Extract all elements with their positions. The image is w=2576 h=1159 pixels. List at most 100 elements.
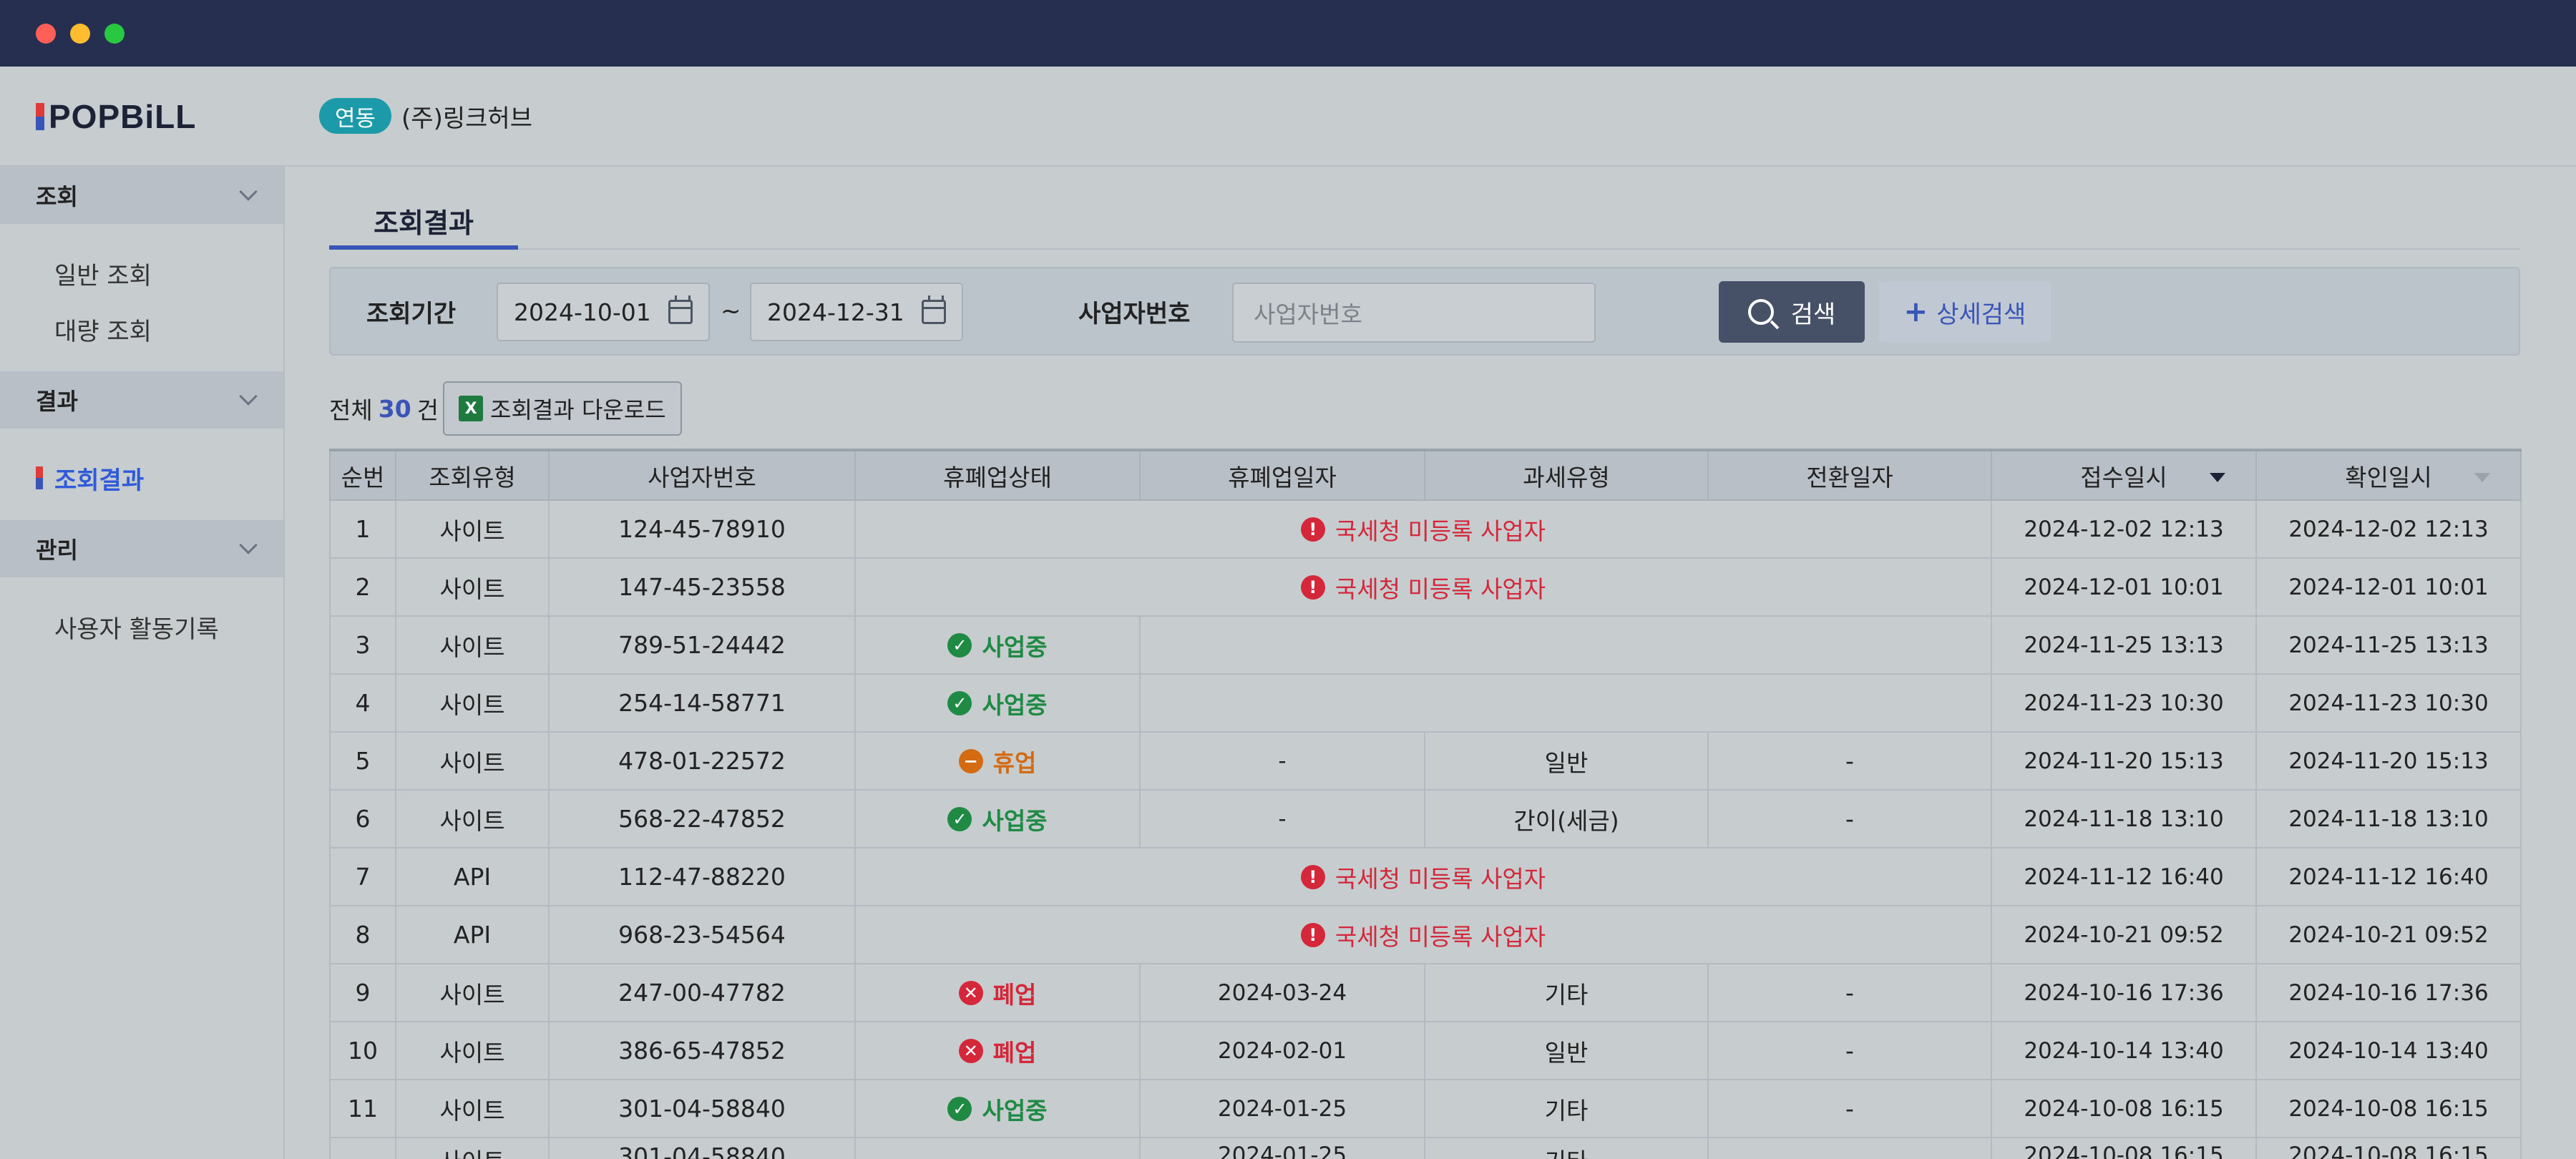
sidebar-group-lookup[interactable]: 조회 (0, 167, 283, 224)
status-label: ✓ 사업중 (947, 802, 1048, 836)
cell-biz-no: 386-65-47852 (548, 1021, 856, 1080)
cell-confirmed-at: 2024-10-21 09:52 (2255, 905, 2522, 964)
cell-type: 사이트 (395, 673, 550, 733)
download-results-button[interactable]: X 조회결과 다운로드 (443, 381, 682, 436)
active-marker-icon (36, 466, 43, 489)
table-row[interactable]: 4 사이트 254-14-58771 ✓ 사업중 2024-11-23 10:30 2024… (329, 673, 2522, 733)
cell-status: ! 국세청 미등록 사업자 (854, 847, 1992, 906)
table-row[interactable]: 9 사이트 247-00-47782 ✕ 폐업 2024-03-24 기타 -2024-10-… (329, 963, 2522, 1022)
tab-lookup-results[interactable]: 조회결과 (329, 195, 518, 250)
status-label: ! 국세청 미등록 사업자 (1300, 512, 1546, 547)
sidebar-group-label: 조회 (36, 183, 78, 210)
exclamation-circle-icon: ! (1300, 517, 1325, 542)
check-circle-icon: ✓ (947, 806, 972, 831)
date-to-value: 2024-12-31 (767, 298, 904, 326)
sidebar-item-user-activity[interactable]: 사용자 활동기록 (0, 599, 283, 655)
status-text: 국세청 미등록 사업자 (1335, 922, 1546, 951)
table-row[interactable]: 7 API 112-47-88220! 국세청 미등록 사업자 2024-11-12 1… (329, 847, 2522, 906)
sidebar-item-bulk-lookup[interactable]: 대량 조회 (0, 301, 283, 357)
sidebar-item-general-lookup[interactable]: 일반 조회 (0, 245, 283, 301)
cell-biz-no: 301-04-58840 (548, 1079, 856, 1138)
cell-no: 2 (329, 557, 396, 617)
col-header-received-at[interactable]: 접수일시 (1991, 449, 2257, 501)
status-text: 국세청 미등록 사업자 (1335, 517, 1546, 545)
cell-no (329, 1137, 396, 1159)
cell-confirmed-at: 2024-12-02 12:13 (2255, 499, 2522, 559)
cell-type: 사이트 (395, 789, 550, 849)
search-button[interactable]: 검색 (1719, 281, 1865, 343)
cell-type: 사이트 (395, 731, 550, 791)
sidebar-item-lookup-results[interactable]: 조회결과 (0, 450, 283, 506)
sidebar-group-results[interactable]: 결과 (0, 371, 283, 429)
status-label: ! 국세청 미등록 사업자 (1300, 860, 1546, 894)
sidebar-group-manage[interactable]: 관리 (0, 520, 283, 577)
status-text: 사업중 (982, 806, 1048, 835)
total-suffix: 건 (416, 396, 439, 424)
app-header: POPBiLL 연동 (주)링크허브 (0, 67, 2576, 167)
table-row[interactable]: 2 사이트 147-45-23558! 국세청 미등록 사업자 2024-12-01 1… (329, 557, 2522, 617)
calendar-icon[interactable] (922, 295, 946, 324)
x-circle-icon: ✕ (958, 980, 983, 1005)
table-row[interactable]: 5 사이트 478-01-22572− 휴업 - 일반 -2024-11-20 15:13 2… (329, 731, 2522, 791)
biz-number-input[interactable]: 사업자번호 (1232, 283, 1596, 343)
table-header-row: 순번 조회유형 사업자번호 휴폐업상태 휴폐업일자 과세유형 전환일자 접수일시… (329, 449, 2522, 501)
logo-mark-icon (36, 103, 44, 130)
cell-tax-type: 간이(세금) (1424, 789, 1709, 849)
cell-type: 사이트 (395, 499, 550, 559)
cell-status: ! 국세청 미등록 사업자 (854, 499, 1992, 559)
col-header-confirmed-at[interactable]: 확인일시 (2255, 449, 2522, 501)
window-minimize-button[interactable] (70, 24, 90, 44)
col-header-tax-type: 과세유형 (1424, 449, 1709, 501)
table-row[interactable]: 1 사이트 124-45-78910! 국세청 미등록 사업자 2024-12-02 1… (329, 499, 2522, 559)
advanced-search-button[interactable]: + 상세검색 (1879, 281, 2051, 343)
table-row[interactable]: 11 사이트 301-04-58840 ✓ 사업중 2024-01-25 기타 -2024-1… (329, 1079, 2522, 1138)
date-from-input[interactable]: 2024-10-01 (497, 283, 710, 341)
excel-icon: X (459, 396, 484, 421)
status-text: 폐업 (992, 980, 1037, 1009)
sort-desc-icon[interactable] (2210, 473, 2225, 482)
cell-conversion-date (1707, 1137, 1992, 1159)
cell-no: 5 (329, 731, 396, 791)
date-to-input[interactable]: 2024-12-31 (750, 283, 963, 341)
sort-desc-icon[interactable] (2474, 473, 2490, 482)
cell-status: ! 국세청 미등록 사업자 (854, 557, 1992, 617)
main-content: 조회결과 조회기간 2024-10-01 ~ 2024-12-31 사업자번호 … (329, 167, 2522, 1159)
popbill-logo[interactable]: POPBiLL (36, 98, 196, 135)
table-row[interactable]: 8 API 968-23-54564! 국세청 미등록 사업자 2024-10-21 0… (329, 905, 2522, 964)
window-close-button[interactable] (36, 24, 56, 44)
cell-received-at: 2024-10-21 09:52 (1991, 905, 2257, 964)
cell-closure-date: - (1139, 731, 1425, 791)
cell-no: 4 (329, 673, 396, 733)
x-circle-icon: ✕ (958, 1038, 983, 1063)
date-range-separator: ~ (721, 297, 741, 326)
table-row[interactable]: 3 사이트 789-51-24442 ✓ 사업중 2024-11-25 13:13 2024… (329, 615, 2522, 675)
col-header-label: 접수일시 (2080, 463, 2167, 492)
result-summary: 전체 30 건 X 조회결과 다운로드 (329, 380, 2520, 437)
col-header-status: 휴폐업상태 (854, 449, 1141, 501)
window-maximize-button[interactable] (104, 24, 125, 44)
table-row[interactable]: 10 사이트 386-65-47852 ✕ 폐업 2024-02-01 일반 -2024-10… (329, 1021, 2522, 1080)
advanced-search-label: 상세검색 (1936, 300, 2026, 329)
cell-closure-date: 2024-01-25 (1139, 1079, 1425, 1138)
cell-tax-type: 기타 (1424, 963, 1709, 1022)
cell-confirmed-at: 2024-10-08 16:15 (2255, 1137, 2522, 1159)
cell-no: 7 (329, 847, 396, 906)
status-text: 국세청 미등록 사업자 (1335, 864, 1546, 893)
link-status-badge: 연동 (319, 98, 392, 134)
status-text: 국세청 미등록 사업자 (1335, 574, 1546, 603)
table-row[interactable]: 사이트301-04-58840 2024-01-25기타 2024-10-08 16… (329, 1137, 2522, 1159)
cell-no: 8 (329, 905, 396, 964)
cell-no: 10 (329, 1021, 396, 1080)
cell-biz-no: 301-04-58840 (548, 1137, 856, 1159)
cell-closure-date: - (1139, 789, 1425, 849)
cell-received-at: 2024-10-08 16:15 (1991, 1137, 2257, 1159)
cell-biz-no: 247-00-47782 (548, 963, 856, 1022)
col-header-closure-date: 휴폐업일자 (1139, 449, 1425, 501)
cell-empty-span (1139, 615, 1992, 675)
results-table: 순번 조회유형 사업자번호 휴폐업상태 휴폐업일자 과세유형 전환일자 접수일시… (329, 449, 2522, 1159)
calendar-icon[interactable] (668, 295, 693, 324)
cell-received-at: 2024-11-12 16:40 (1991, 847, 2257, 906)
cell-type: API (395, 905, 550, 964)
table-row[interactable]: 6 사이트 568-22-47852 ✓ 사업중 - 간이(세금) -2024-11-18 1… (329, 789, 2522, 849)
cell-confirmed-at: 2024-11-25 13:13 (2255, 615, 2522, 675)
